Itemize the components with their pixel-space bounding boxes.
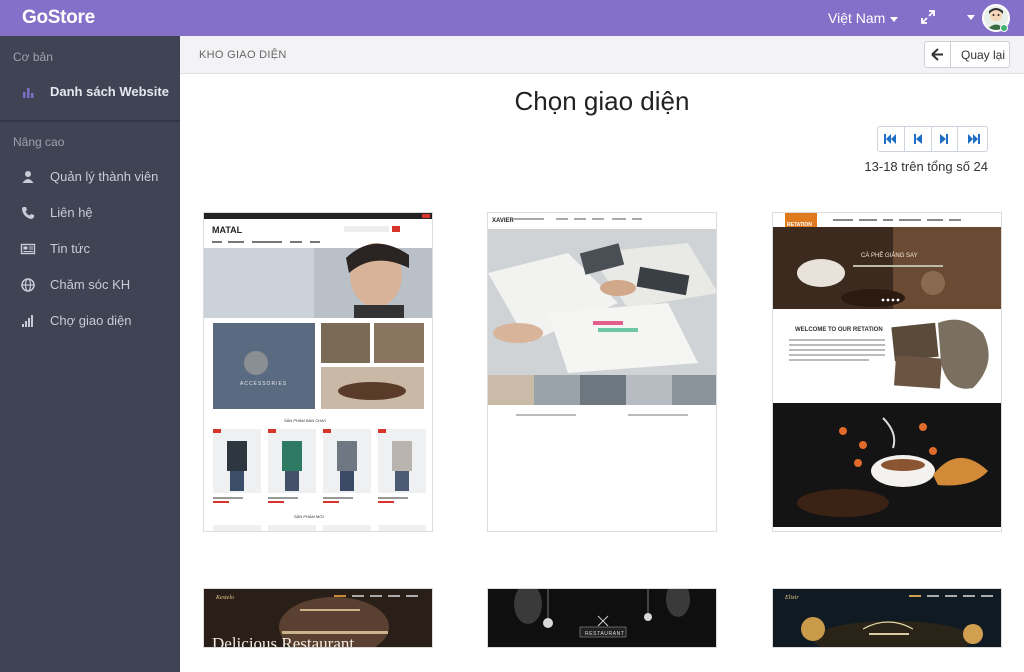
phone-icon [20, 205, 36, 221]
theme-card-retation[interactable]: RETATION CÀ PHÊ GIẢNG SAY WELCOME TO OUR… [772, 212, 1002, 532]
top-navbar: GoStore Việt Nam [0, 0, 1024, 36]
theme-card-restaurant[interactable]: RESTAURANT [487, 588, 717, 648]
theme-caption: ACCESSORIES [240, 381, 287, 387]
first-page-icon[interactable] [878, 127, 905, 151]
language-label: Việt Nam [828, 10, 886, 26]
arrow-left-icon [925, 42, 951, 67]
previous-page-icon[interactable] [905, 127, 932, 151]
brand-logo[interactable]: GoStore [22, 7, 95, 29]
online-status-dot [1000, 24, 1008, 32]
theme-logo-text: MATAL [212, 225, 243, 235]
sidebar-item-theme-market[interactable]: Chợ giao diện [0, 305, 180, 337]
theme-preview-image: Elixir [773, 589, 1001, 647]
theme-section-label: SẢN PHẨM BÁN CHẠY [284, 418, 327, 423]
sidebar-section-advanced: Nâng cao [13, 135, 65, 149]
theme-preview-image: XAVIER [488, 218, 716, 416]
back-button[interactable]: Quay lại [924, 41, 1010, 68]
sidebar-item-contact[interactable]: Liên hệ [0, 197, 180, 229]
chevron-down-icon [890, 16, 899, 22]
bar-chart-icon [20, 84, 36, 100]
sidebar-item-customer-care[interactable]: Chăm sóc KH [0, 269, 180, 301]
theme-caption: RESTAURANT [585, 631, 625, 637]
theme-card-elixir[interactable]: Elixir [772, 588, 1002, 648]
sidebar: Cơ bản Danh sách Website Nâng cao Quản l… [0, 36, 180, 672]
sidebar-item-label: Chợ giao diện [50, 313, 132, 328]
theme-card-kestelo[interactable]: Kestelo Delicious Restaurant [203, 588, 433, 648]
newspaper-icon [20, 241, 36, 257]
theme-logo-text: Elixir [784, 595, 799, 601]
sidebar-item-website-list[interactable]: Danh sách Website [0, 76, 180, 108]
pagination [877, 126, 988, 152]
page-title: Chọn giao diện [514, 86, 690, 116]
next-page-icon[interactable] [932, 127, 959, 151]
theme-card-matal[interactable]: MATAL ACCESSORIES SẢN PHẨM BÁN CHẠY SẢN … [203, 212, 433, 532]
sidebar-item-label: Liên hệ [50, 205, 93, 220]
theme-caption: WELCOME TO OUR RETATION [795, 327, 883, 333]
sidebar-item-members[interactable]: Quản lý thành viên [0, 161, 180, 193]
theme-preview-image: Kestelo Delicious Restaurant [204, 589, 432, 648]
theme-card-xavier[interactable]: XAVIER [487, 212, 717, 532]
theme-caption: Delicious Restaurant [212, 634, 354, 648]
language-selector[interactable]: Việt Nam [828, 10, 899, 26]
sidebar-item-label: Quản lý thành viên [50, 169, 159, 184]
back-button-label: Quay lại [961, 48, 1006, 62]
product-grid [213, 429, 426, 493]
sidebar-item-label: Tin tức [50, 241, 91, 256]
sidebar-item-label: Danh sách Website [50, 84, 169, 99]
globe-icon [20, 277, 36, 293]
theme-logo-text: Kestelo [215, 595, 234, 601]
page-header: KHO GIAO DIỆN Quay lại [180, 36, 1024, 74]
sidebar-item-news[interactable]: Tin tức [0, 233, 180, 265]
signal-icon [20, 313, 36, 329]
theme-section-label: SẢN PHẨM MỚI [294, 514, 324, 519]
user-icon [20, 169, 36, 185]
pagination-info: 13-18 trên tổng số 24 [864, 159, 988, 174]
last-page-icon[interactable] [958, 127, 987, 151]
breadcrumb: KHO GIAO DIỆN [199, 49, 287, 61]
theme-preview-image: MATAL ACCESSORIES SẢN PHẨM BÁN CHẠY SẢN … [204, 213, 432, 531]
theme-slide-text: CÀ PHÊ GIẢNG SAY [861, 251, 918, 259]
expand-icon[interactable] [920, 9, 936, 25]
user-menu-chevron-icon[interactable] [967, 15, 975, 20]
sidebar-section-basic: Cơ bản [13, 50, 53, 64]
theme-logo-text: XAVIER [492, 218, 515, 224]
theme-preview-image: RETATION CÀ PHÊ GIẢNG SAY WELCOME TO OUR… [773, 213, 1001, 527]
sidebar-item-label: Chăm sóc KH [50, 277, 131, 292]
sidebar-divider [0, 120, 180, 122]
theme-preview-image: RESTAURANT [488, 589, 716, 647]
